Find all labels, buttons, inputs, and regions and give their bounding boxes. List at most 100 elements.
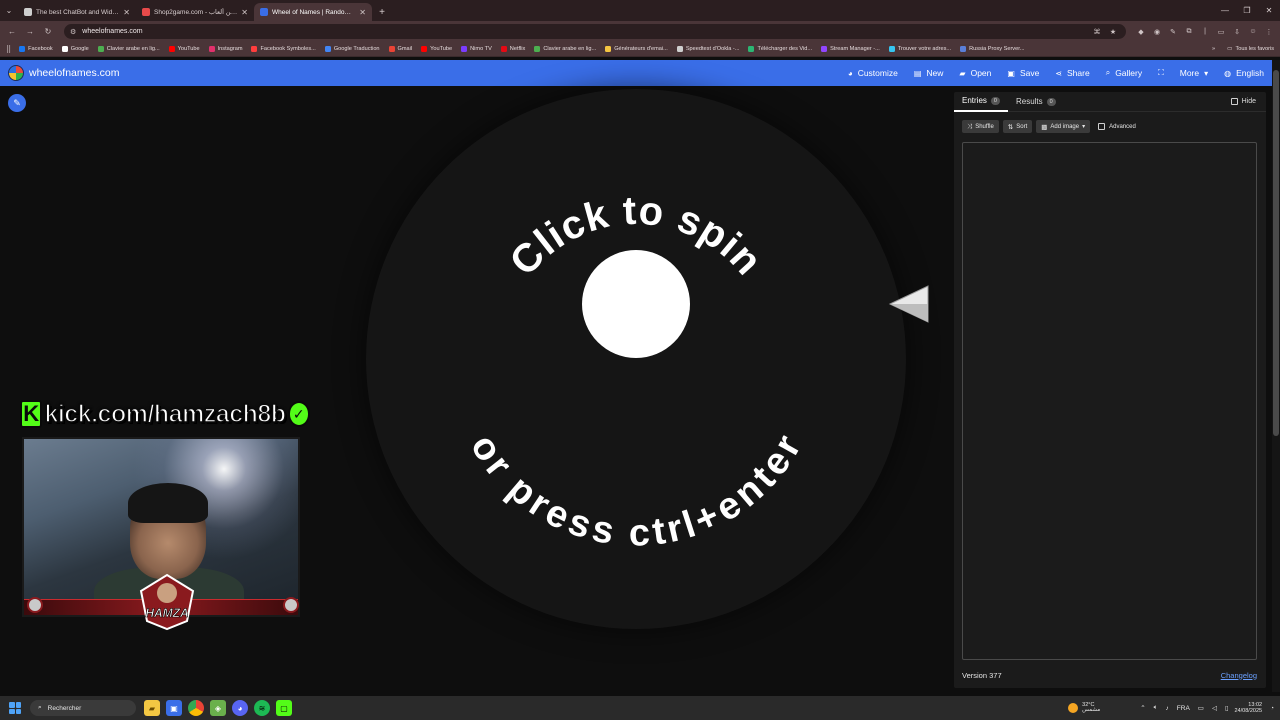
shuffle-button[interactable]: ⤨ Shuffle [962, 120, 999, 133]
all-bookmarks-button[interactable]: ▭ Tous les favoris [1227, 46, 1274, 52]
app-icon[interactable]: ▣ [166, 700, 182, 716]
bookmark-item[interactable]: Facebook Symboles... [251, 46, 316, 52]
minecraft-icon[interactable]: ◈ [210, 700, 226, 716]
close-tab-icon[interactable]: ✕ [359, 8, 366, 17]
spotify-icon[interactable]: ≋ [254, 700, 270, 716]
scrollbar-thumb[interactable] [1273, 70, 1279, 436]
back-button[interactable]: ← [4, 24, 20, 40]
hide-label: Hide [1241, 98, 1256, 105]
bookmark-favicon-icon [19, 46, 26, 52]
browser-tab[interactable]: Shop2game.com - شحن ألعاب ✕ [136, 3, 254, 21]
button-label: Sort [1016, 123, 1028, 130]
microphone-icon[interactable]: ♪ [1166, 705, 1169, 712]
address-bar[interactable]: ⚙ wheelofnames.com ⌘ ★ [64, 24, 1126, 39]
discord-icon[interactable]: ◕ [232, 700, 248, 716]
bookmark-item[interactable]: Trouver votre adres... [888, 46, 951, 52]
bookmarks-more-button[interactable]: » [1212, 46, 1215, 52]
bookmark-item[interactable]: Russia Proxy Server... [960, 46, 1024, 52]
minimize-icon[interactable]: — [1214, 0, 1236, 21]
entries-textarea[interactable] [962, 142, 1257, 660]
add-image-button[interactable]: ▩ Add image ▾ [1036, 120, 1091, 133]
menu-more-button[interactable]: More ▾ [1180, 68, 1208, 78]
language-indicator[interactable]: FRA [1177, 705, 1190, 712]
panel-footer: Version 377 Changelog [962, 669, 1257, 681]
windows-start-icon[interactable] [6, 699, 24, 717]
wheel-center-hub[interactable] [582, 250, 690, 358]
extension-icon[interactable]: ◉ [1150, 25, 1164, 39]
bookmark-item[interactable]: Nimo TV [461, 46, 492, 52]
tab-entries[interactable]: Entries 0 [954, 92, 1008, 112]
battery-icon[interactable]: ▯ [1225, 704, 1229, 712]
chrome-icon[interactable] [188, 700, 204, 716]
advanced-checkbox[interactable]: Advanced [1098, 123, 1136, 130]
download-icon[interactable]: ⇩ [1230, 25, 1244, 39]
bookmark-item[interactable]: YouTube [168, 46, 200, 52]
menu-save-button[interactable]: ▣ Save [1007, 68, 1039, 78]
site-info-icon[interactable]: ⚙ [70, 28, 76, 36]
star-icon[interactable]: ★ [1106, 25, 1120, 39]
chevron-down-icon: ▾ [1204, 68, 1209, 78]
tab-search-button[interactable]: ⌄ [0, 0, 18, 21]
weather-widget[interactable]: 32°C مشمس [1068, 702, 1100, 714]
tab-label: Entries [962, 96, 987, 105]
bookmark-item[interactable]: Télécharger des Vid... [748, 46, 812, 52]
bookmark-item[interactable]: Speedtest d'Ookla -... [676, 46, 739, 52]
site-logo[interactable]: wheelofnames.com [8, 65, 119, 81]
browser-tab[interactable]: The best ChatBot and Widgets ✕ [18, 3, 136, 21]
bookmark-item[interactable]: YouTube [421, 46, 452, 52]
network-icon[interactable]: ▭ [1198, 704, 1204, 712]
file-explorer-icon[interactable]: ▰ [144, 700, 160, 716]
extension-icon[interactable]: ◆ [1134, 25, 1148, 39]
changelog-link[interactable]: Changelog [1221, 671, 1257, 680]
hide-checkbox[interactable]: Hide [1230, 98, 1256, 105]
menu-customize-button[interactable]: ◕ Customize [848, 68, 898, 78]
bookmark-item[interactable]: Clavier arabe en lig... [97, 46, 160, 52]
menu-share-button[interactable]: ⋖ Share [1055, 68, 1089, 78]
bookmark-item[interactable]: Gmail [388, 46, 412, 52]
restore-icon[interactable]: ❐ [1236, 0, 1258, 21]
menu-english-button[interactable]: ◍ English [1224, 68, 1264, 78]
bookmark-item[interactable]: Facebook [19, 46, 53, 52]
extension-icon[interactable]: ✎ [1166, 25, 1180, 39]
kebab-menu-icon[interactable]: ⋮ [1262, 25, 1276, 39]
bookmark-item[interactable]: Google [61, 46, 89, 52]
taskbar-search[interactable]: ⌕ Rechercher [30, 700, 136, 716]
bookmark-item[interactable]: Stream Manager -... [821, 46, 880, 52]
tab-results[interactable]: Results 0 [1008, 92, 1064, 112]
menu-gallery-button[interactable]: ⌕ Gallery [1106, 68, 1142, 78]
page-scrollbar[interactable] [1272, 60, 1280, 692]
sidebar-icon[interactable]: ▭ [1214, 25, 1228, 39]
chevron-down-icon: ▾ [1082, 124, 1086, 130]
bookmark-item[interactable]: Netflix [500, 46, 525, 52]
sort-button[interactable]: ⇅ Sort [1002, 120, 1033, 133]
bookmark-item[interactable]: Clavier arabe en lig... [534, 46, 596, 52]
menu-separator: | [1204, 28, 1206, 35]
close-icon[interactable]: ✕ [1258, 0, 1280, 21]
forward-button[interactable]: → [22, 24, 38, 40]
browser-tab[interactable]: Wheel of Names | Random nam ✕ [254, 3, 372, 21]
close-tab-icon[interactable]: ✕ [123, 8, 130, 17]
apps-icon[interactable]: ⣿ [6, 45, 11, 53]
bookmark-label: Stream Manager -... [830, 46, 880, 52]
volume-icon[interactable]: ◁ [1212, 704, 1217, 712]
notification-icon[interactable]: ◔ [1270, 705, 1274, 712]
bookmark-item[interactable]: Instagram [208, 46, 242, 52]
wheel-text-layer[interactable]: Click to spin or press ctrl+enter [366, 89, 906, 629]
speaker-icon[interactable]: 🔈︎ [1154, 704, 1158, 712]
puzzle-icon[interactable]: ⧉ [1182, 25, 1196, 39]
bookmark-item[interactable]: Google Traduction [324, 46, 380, 52]
profile-icon[interactable]: ☺ [1246, 25, 1260, 39]
new-tab-button[interactable]: + [372, 3, 392, 21]
edit-wheel-button[interactable]: ✎ [8, 94, 26, 112]
close-tab-icon[interactable]: ✕ [241, 8, 248, 17]
menu-new-button[interactable]: ▤ New [914, 68, 944, 78]
reload-button[interactable]: ↻ [40, 24, 56, 40]
bookmark-favicon-icon [461, 46, 468, 52]
menu-fullscreen-button[interactable]: ⛶ [1158, 68, 1164, 78]
kick-app-icon[interactable]: ▢ [276, 700, 292, 716]
bookmark-item[interactable]: Générateurs d'emai... [605, 46, 668, 52]
menu-open-button[interactable]: ▰ Open [959, 68, 991, 78]
taskbar-clock[interactable]: 13:02 24/08/2025 [1235, 702, 1263, 715]
translate-icon[interactable]: ⌘ [1090, 25, 1104, 39]
chevron-up-icon[interactable]: ⌃ [1140, 704, 1145, 712]
